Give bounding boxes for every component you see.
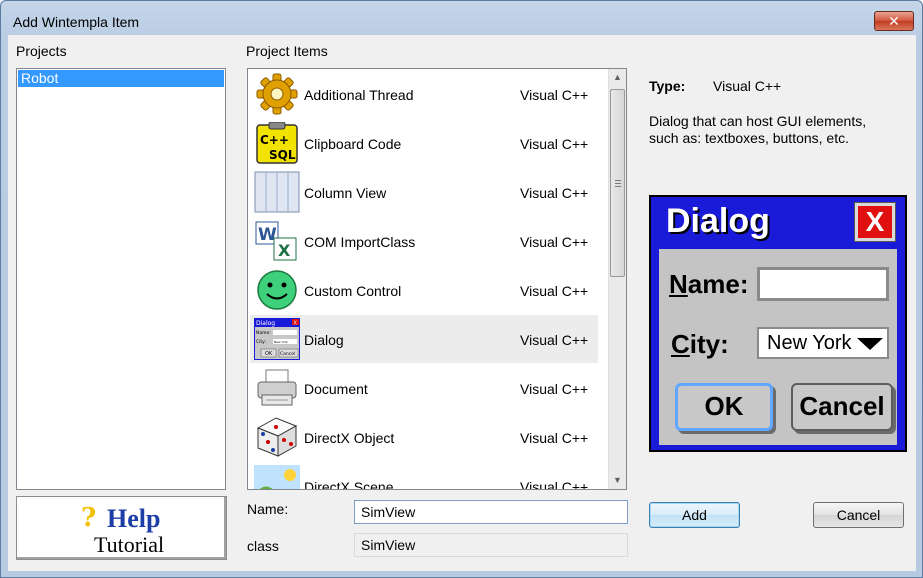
item-type: Visual C++ — [520, 185, 589, 201]
item-name: DirectX Scene — [304, 479, 394, 490]
dialog-thumbnail-icon: Dialog X Name: City: New York OK Cancel — [254, 318, 300, 360]
items-scrollbar[interactable]: ▲ ▼ — [608, 69, 626, 489]
item-type: Visual C++ — [520, 430, 589, 446]
list-item-directx-object[interactable]: DirectX Object Visual C++ — [250, 413, 598, 461]
clipboard-cpp-sql-icon: C++ SQL — [256, 122, 298, 164]
item-type: Visual C++ — [520, 283, 589, 299]
preview-cancel-button: Cancel — [791, 383, 893, 431]
smiley-icon — [257, 270, 297, 310]
thumb-city-value: New York — [274, 340, 288, 344]
dialog-preview: Dialog X Name: City: New York OK Cancel — [649, 195, 907, 452]
question-mark-icon: ? — [81, 503, 97, 533]
list-item-additional-thread[interactable]: Additional Thread Visual C++ — [250, 70, 598, 118]
list-item-custom-control[interactable]: Custom Control Visual C++ — [250, 266, 598, 314]
thumb-title: Dialog — [256, 320, 275, 327]
column-view-icon — [254, 171, 300, 213]
help-label: Help — [107, 504, 161, 533]
preview-ok-button: OK — [675, 383, 773, 431]
item-type: Visual C++ — [520, 87, 589, 103]
svg-text:X: X — [278, 241, 291, 260]
tutorial-label: Tutorial — [94, 532, 165, 557]
list-item-document[interactable]: Document Visual C++ — [250, 364, 598, 412]
word-excel-icon: W X — [255, 221, 297, 261]
dropdown-arrow-icon — [857, 338, 883, 350]
item-name: Dialog — [304, 332, 344, 348]
class-field: SimView — [354, 533, 628, 557]
projects-label: Projects — [16, 43, 67, 59]
add-button[interactable]: Add — [649, 502, 740, 528]
item-type: Visual C++ — [520, 136, 589, 152]
list-item-directx-scene[interactable]: DirectX Scene Visual C++ — [250, 462, 598, 490]
dice-icon — [256, 417, 298, 457]
item-type: Visual C++ — [520, 332, 589, 348]
item-type: Visual C++ — [520, 479, 589, 490]
item-name: Column View — [304, 185, 387, 201]
projects-list[interactable]: Robot — [16, 68, 226, 490]
thumb-name: Name: — [256, 330, 271, 336]
list-item-column-view[interactable]: Column View Visual C++ — [250, 168, 598, 216]
project-item-robot[interactable]: Robot — [18, 70, 224, 87]
item-name: COM ImportClass — [304, 234, 416, 250]
thumb-city: City: — [256, 339, 266, 345]
thumb-cancel: Cancel — [280, 351, 295, 357]
list-item-clipboard-code[interactable]: C++ SQL Clipboard Code Visual C++ — [250, 119, 598, 167]
thumb-ok: OK — [265, 351, 273, 357]
item-type: Visual C++ — [520, 381, 589, 397]
preview-name-input — [757, 267, 889, 301]
item-name: DirectX Object — [304, 430, 395, 446]
name-label: Name: — [247, 501, 289, 517]
printer-icon — [257, 369, 297, 406]
preview-body: Name: City: New York OK Cancel — [659, 249, 897, 445]
add-item-dialog: Add Wintempla Item ✕ Projects Project It… — [0, 0, 923, 578]
item-name: Additional Thread — [304, 87, 414, 103]
type-label: Type: — [649, 78, 686, 94]
preview-city-select: New York — [757, 327, 889, 359]
thumb-close: X — [294, 321, 298, 327]
project-items-label: Project Items — [246, 43, 328, 59]
help-tutorial-button[interactable]: ? Help Tutorial — [16, 496, 227, 560]
cancel-button[interactable]: Cancel — [813, 502, 904, 528]
preview-name-label: Name: — [669, 269, 749, 299]
gear-icon — [256, 73, 298, 115]
class-label: class — [247, 538, 279, 554]
scroll-thumb[interactable] — [610, 89, 625, 277]
title-bar: Add Wintempla Item ✕ — [1, 1, 922, 35]
name-input[interactable] — [354, 500, 628, 524]
list-item-dialog[interactable]: Dialog X Name: City: New York OK Cancel … — [250, 315, 598, 363]
preview-close-icon: X — [854, 202, 896, 242]
project-items-list[interactable]: Additional Thread Visual C++ C++ SQL Cli… — [247, 68, 627, 490]
list-item-com-importclass[interactable]: W X COM ImportClass Visual C++ — [250, 217, 598, 265]
window-title: Add Wintempla Item — [13, 14, 140, 30]
scene-icon — [254, 465, 300, 489]
item-name: Custom Control — [304, 283, 402, 299]
scroll-down-arrow-icon[interactable]: ▼ — [609, 472, 626, 489]
preview-city-label: City: — [671, 329, 729, 359]
close-icon: ✕ — [888, 13, 900, 29]
scroll-up-arrow-icon[interactable]: ▲ — [609, 69, 626, 86]
type-value: Visual C++ — [713, 78, 782, 94]
clipboard-text-cpp: C++ — [260, 133, 289, 147]
item-type: Visual C++ — [520, 234, 589, 250]
grip-icon — [615, 180, 621, 187]
item-name: Clipboard Code — [304, 136, 402, 152]
clipboard-text-sql: SQL — [269, 148, 296, 162]
item-name: Document — [304, 381, 368, 397]
preview-title: Dialog — [666, 202, 770, 240]
item-description: Dialog that can host GUI elements, such … — [649, 113, 867, 146]
window-close-button[interactable]: ✕ — [874, 11, 914, 31]
dialog-client-area: Projects Project Items Robot Additional … — [8, 35, 916, 571]
